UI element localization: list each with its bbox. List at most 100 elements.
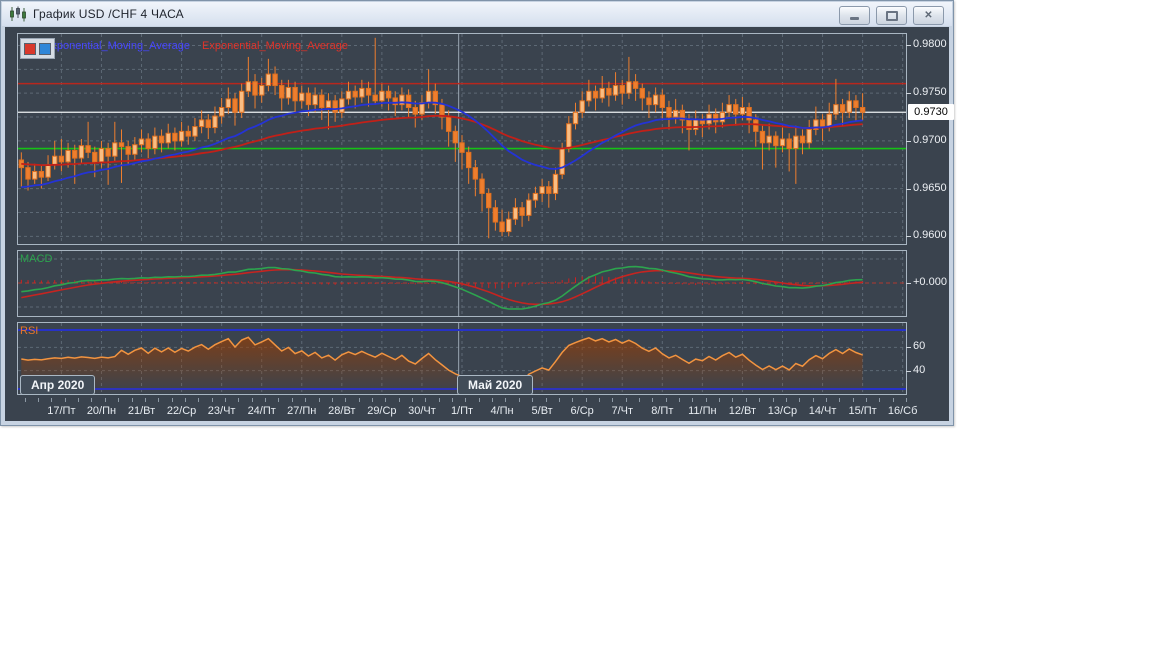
macd-panel[interactable] (17, 250, 907, 317)
x-axis-tick (64, 398, 66, 402)
x-axis-tick (839, 398, 841, 402)
restore-button[interactable] (876, 6, 907, 25)
x-axis-tick (91, 398, 93, 402)
x-axis-tick (238, 398, 240, 402)
x-axis-label: 1/Пт (450, 405, 474, 417)
price-axis-label: 0.9600 (913, 229, 947, 242)
month-marker-may: Май 2020 (457, 375, 534, 395)
x-axis-tick (652, 398, 654, 402)
x-axis-tick (665, 398, 667, 402)
ema-red-label: Exponential_Moving_Average (202, 40, 348, 52)
current-price-badge: 0.9730 (908, 104, 954, 120)
x-axis-tick (732, 398, 734, 402)
x-axis-tick (879, 398, 881, 402)
x-axis-tick (505, 398, 507, 402)
x-axis-tick (719, 398, 721, 402)
x-axis-tick (518, 398, 520, 402)
price-axis-tick (906, 188, 911, 190)
price-axis-tick (906, 283, 911, 284)
x-axis-tick (345, 398, 347, 402)
x-axis-tick (438, 398, 440, 402)
minimize-button[interactable] (839, 6, 870, 25)
x-axis-tick (612, 398, 614, 402)
x-axis-label: 5/Вт (531, 405, 553, 417)
x-axis-label: 16/Сб (887, 405, 918, 417)
price-axis-tick (906, 140, 911, 142)
x-axis-tick (532, 398, 534, 402)
candlestick-chart-icon (10, 6, 26, 22)
price-axis-tick (906, 347, 911, 349)
chart-window: График USD /CHF 4 ЧАСА ✕ Exponential_Mov… (0, 0, 954, 426)
x-axis-label: 17/Пт (47, 405, 76, 417)
macd-indicator-label: MACD (20, 253, 53, 265)
x-axis-label: 8/Пт (651, 405, 674, 417)
rsi-indicator-label: RSI (20, 325, 39, 337)
x-axis-tick (785, 398, 787, 402)
x-axis-tick (278, 398, 280, 402)
x-axis-label: 14/Чт (808, 405, 837, 417)
x-axis-tick (144, 398, 146, 402)
ema-blue-label: Exponential_Moving_Average (44, 40, 190, 52)
x-axis-tick (131, 398, 133, 402)
close-icon: ✕ (924, 9, 933, 21)
x-axis-label: 21/Вт (127, 405, 156, 417)
price-chart-panel[interactable] (17, 33, 907, 245)
x-axis-tick (318, 398, 320, 402)
x-axis-tick (705, 398, 707, 402)
macd-canvas[interactable] (18, 251, 906, 316)
close-button[interactable]: ✕ (913, 6, 944, 25)
legend-chip-box[interactable] (20, 38, 55, 59)
window-titlebar[interactable]: График USD /CHF 4 ЧАСА ✕ (2, 2, 952, 26)
price-axis-label: 0.9700 (913, 133, 947, 146)
x-axis-tick (171, 398, 173, 402)
x-axis-tick (572, 398, 574, 402)
x-axis-label: 13/Ср (767, 405, 798, 417)
x-axis-tick (585, 398, 587, 402)
restore-icon (885, 10, 898, 21)
x-axis-tick (251, 398, 253, 402)
x-axis-tick (385, 398, 387, 402)
x-axis-label: 28/Вт (328, 405, 356, 417)
x-axis-label: 29/Ср (367, 405, 397, 417)
x-axis-tick (358, 398, 360, 402)
x-axis-tick (398, 398, 400, 402)
minimize-icon (850, 17, 859, 20)
x-axis-tick (78, 398, 80, 402)
x-axis-label: 12/Вт (728, 405, 757, 417)
rsi-axis-label: 40 (913, 363, 926, 376)
x-axis-tick (225, 398, 226, 402)
x-axis-tick (812, 398, 814, 402)
price-chart-canvas[interactable] (18, 34, 906, 244)
x-axis-tick (425, 398, 427, 402)
x-axis-tick (598, 398, 600, 402)
x-axis-label: 22/Ср (166, 405, 197, 417)
x-axis-tick (492, 398, 493, 402)
price-axis-label: 0.9800 (913, 38, 947, 51)
x-axis-tick (745, 398, 747, 402)
x-axis-tick (371, 398, 373, 402)
x-axis-tick (906, 398, 907, 402)
x-axis-tick (184, 398, 186, 402)
window-title: График USD /CHF 4 ЧАСА (33, 7, 184, 21)
x-axis-label: 15/Пт (848, 405, 877, 417)
x-axis-tick (38, 398, 39, 402)
price-axis-label: 0.9650 (913, 181, 947, 194)
x-axis-tick (679, 398, 680, 402)
x-axis-tick (51, 398, 53, 402)
x-axis-label: 30/Чт (408, 405, 436, 417)
x-axis-tick (625, 398, 627, 402)
x-axis-tick (892, 398, 894, 402)
x-axis-tick (545, 398, 547, 402)
x-axis-tick (104, 398, 106, 402)
x-axis-tick (825, 398, 827, 402)
x-axis-tick (211, 398, 213, 402)
red-series-chip-icon[interactable] (24, 42, 36, 55)
price-axis-label: 0.9750 (913, 86, 947, 99)
x-axis-tick (411, 398, 413, 402)
x-axis-label: 20/Пн (86, 405, 117, 417)
x-axis-label: 7/Чт (611, 405, 634, 417)
x-axis-label: 27/Пн (287, 405, 317, 417)
blue-series-chip-icon[interactable] (39, 42, 51, 55)
price-axis-tick (906, 370, 911, 372)
x-axis-tick (772, 398, 774, 402)
